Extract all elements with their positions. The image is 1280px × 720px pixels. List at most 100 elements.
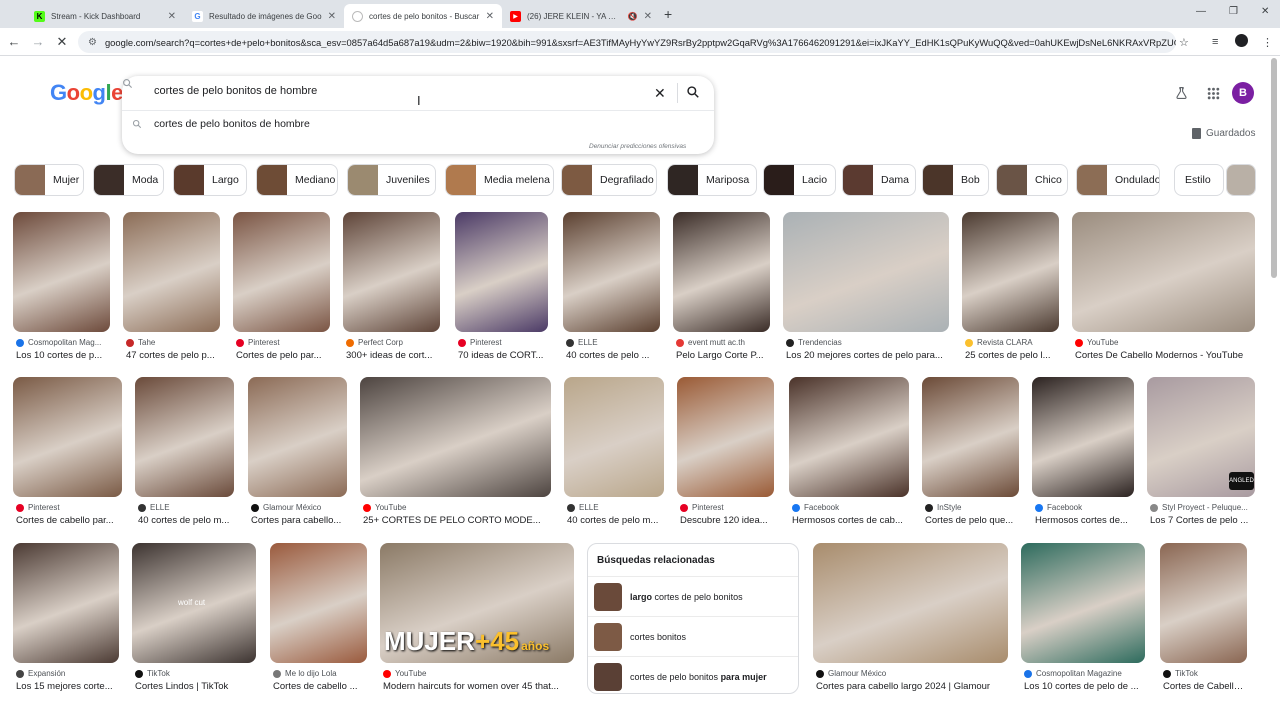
result-thumbnail[interactable] xyxy=(564,377,664,497)
result-source[interactable]: Glamour México xyxy=(816,669,1008,678)
result-thumbnail[interactable] xyxy=(922,377,1019,497)
related-search-item[interactable]: cortes de pelo bonitos para mujer xyxy=(588,656,798,693)
maximize-button[interactable]: ❐ xyxy=(1229,6,1238,17)
tab-google-images[interactable]: G Resultado de imágenes de Goo ✕ xyxy=(184,4,344,28)
menu-kebab-icon[interactable]: ⋮ xyxy=(1262,36,1273,49)
apps-grid-icon[interactable] xyxy=(1207,87,1220,100)
filter-chip[interactable]: Dama xyxy=(842,164,916,196)
new-tab-button[interactable]: + xyxy=(664,6,672,22)
tab-search-active[interactable]: cortes de pelo bonitos - Buscar ✕ xyxy=(344,4,502,28)
result-thumbnail[interactable] xyxy=(813,543,1008,663)
result-source[interactable]: ELLE xyxy=(138,503,234,512)
related-search-item[interactable]: largo cortes de pelo bonitos xyxy=(588,576,798,616)
close-tab-icon[interactable]: ✕ xyxy=(486,11,494,22)
image-result[interactable]: ELLE 40 cortes de pelo m... xyxy=(564,377,664,527)
image-result[interactable]: Pinterest Descubre 120 idea... xyxy=(677,377,774,527)
result-source[interactable]: event mutt ac.th xyxy=(676,338,770,347)
result-thumbnail[interactable] xyxy=(789,377,909,497)
result-title[interactable]: 25+ CORTES DE PELO CORTO MODE... xyxy=(363,515,551,526)
image-result[interactable]: event mutt ac.th Pelo Largo Corte P... xyxy=(673,212,770,362)
result-title[interactable]: 40 cortes de pelo m... xyxy=(567,515,664,526)
result-title[interactable]: 25 cortes de pelo l... xyxy=(965,350,1059,361)
image-result[interactable]: YouTube Modern haircuts for women over 45… xyxy=(380,543,574,693)
image-result[interactable]: InStyle Cortes de pelo que... xyxy=(922,377,1019,527)
result-source[interactable]: Cosmopolitan Magazine xyxy=(1024,669,1145,678)
filter-chip[interactable]: Estilo xyxy=(1174,164,1224,196)
image-result[interactable]: Perfect Corp 300+ ideas de cort... xyxy=(343,212,440,362)
filter-chip[interactable]: Bob xyxy=(922,164,989,196)
result-thumbnail[interactable] xyxy=(343,212,440,332)
image-result[interactable]: Me lo dijo Lola Cortes de cabello ... xyxy=(270,543,367,693)
image-result[interactable]: YouTube 25+ CORTES DE PELO CORTO MODE... xyxy=(360,377,551,527)
close-window-button[interactable]: ✕ xyxy=(1261,6,1269,17)
filter-chip[interactable]: Mariposa xyxy=(667,164,757,196)
image-result[interactable]: Tahe 47 cortes de pelo p... xyxy=(123,212,220,362)
image-result[interactable]: Trendencias Los 20 mejores cortes de pelo… xyxy=(783,212,949,362)
image-result[interactable]: TikTok Cortes Lindos | TikTok xyxy=(132,543,256,693)
search-input[interactable] xyxy=(154,85,634,97)
filter-chip[interactable]: Largo xyxy=(173,164,247,196)
filter-chip[interactable]: Moda xyxy=(93,164,164,196)
filter-chip[interactable]: Media melena xyxy=(445,164,554,196)
result-source[interactable]: Glamour México xyxy=(251,503,347,512)
result-title[interactable]: Cortes para cabello largo 2024 | Glamour xyxy=(816,681,1008,692)
filter-chip[interactable]: Mujer xyxy=(14,164,84,196)
image-result[interactable]: Pinterest Cortes de cabello par... xyxy=(13,377,122,527)
image-result[interactable]: Cosmopolitan Magazine Los 10 cortes de pe… xyxy=(1021,543,1145,693)
account-avatar[interactable]: B xyxy=(1232,82,1254,104)
filter-chip[interactable] xyxy=(1226,164,1256,196)
close-tab-icon[interactable]: ✕ xyxy=(328,11,336,22)
stop-loading-button[interactable]: ✕ xyxy=(54,34,70,50)
result-source[interactable]: ELLE xyxy=(567,503,664,512)
result-thumbnail[interactable] xyxy=(135,377,234,497)
result-title[interactable]: Cortes de pelo que... xyxy=(925,515,1019,526)
clear-search-button[interactable]: ✕ xyxy=(654,85,666,102)
filter-chip[interactable]: Ondulado xyxy=(1076,164,1160,196)
result-source[interactable]: Facebook xyxy=(792,503,909,512)
result-title[interactable]: Los 20 mejores cortes de pelo para... xyxy=(786,350,949,361)
image-result[interactable]: Revista CLARA 25 cortes de pelo l... xyxy=(962,212,1059,362)
image-result[interactable]: Pinterest 70 ideas de CORT... xyxy=(455,212,548,362)
result-title[interactable]: 300+ ideas de cort... xyxy=(346,350,440,361)
result-thumbnail[interactable] xyxy=(13,543,119,663)
result-source[interactable]: Pinterest xyxy=(16,503,122,512)
close-tab-icon[interactable]: ✕ xyxy=(168,11,176,22)
result-thumbnail[interactable] xyxy=(248,377,347,497)
result-source[interactable]: Revista CLARA xyxy=(965,338,1059,347)
result-source[interactable]: InStyle xyxy=(925,503,1019,512)
result-title[interactable]: Cortes de Cabello ... xyxy=(1163,681,1247,692)
image-result[interactable]: ELLE 40 cortes de pelo ... xyxy=(563,212,660,362)
result-title[interactable]: Cortes de cabello par... xyxy=(16,515,122,526)
result-title[interactable]: 40 cortes de pelo ... xyxy=(566,350,660,361)
result-source[interactable]: Cosmopolitan Mag... xyxy=(16,338,110,347)
result-thumbnail[interactable] xyxy=(13,377,122,497)
result-title[interactable]: Los 10 cortes de p... xyxy=(16,350,110,361)
bookmark-star-icon[interactable]: ☆ xyxy=(1179,36,1189,49)
image-result[interactable]: YouTube Cortes De Cabello Modernos - YouT… xyxy=(1072,212,1255,362)
saved-link[interactable]: Guardados xyxy=(1192,128,1255,139)
result-source[interactable]: Facebook xyxy=(1035,503,1134,512)
tab-kick-dashboard[interactable]: K Stream - Kick Dashboard ✕ xyxy=(26,4,184,28)
minimize-button[interactable]: — xyxy=(1196,6,1206,17)
filter-chip[interactable]: Chico xyxy=(996,164,1068,196)
result-title[interactable]: 40 cortes de pelo m... xyxy=(138,515,234,526)
result-thumbnail[interactable] xyxy=(360,377,551,497)
filter-chip[interactable]: Lacio xyxy=(763,164,836,196)
result-title[interactable]: Hermosos cortes de... xyxy=(1035,515,1134,526)
result-source[interactable]: Perfect Corp xyxy=(346,338,440,347)
mute-icon[interactable]: 🔇 xyxy=(628,12,638,21)
result-title[interactable]: Hermosos cortes de cab... xyxy=(792,515,909,526)
forward-button[interactable]: → xyxy=(30,34,46,49)
site-info-icon[interactable]: ⚙ xyxy=(88,37,97,48)
back-button[interactable]: ← xyxy=(6,34,22,49)
filter-chip[interactable]: Degrafilado xyxy=(561,164,657,196)
image-result[interactable]: ELLE 40 cortes de pelo m... xyxy=(135,377,234,527)
image-result[interactable]: TikTok Cortes de Cabello ... xyxy=(1160,543,1247,693)
result-title[interactable]: Modern haircuts for women over 45 that..… xyxy=(383,681,574,692)
result-thumbnail[interactable] xyxy=(783,212,949,332)
result-source[interactable]: Pinterest xyxy=(236,338,330,347)
result-source[interactable]: Pinterest xyxy=(458,338,548,347)
result-thumbnail[interactable] xyxy=(233,212,330,332)
result-title[interactable]: Cortes de pelo par... xyxy=(236,350,330,361)
result-thumbnail[interactable] xyxy=(677,377,774,497)
